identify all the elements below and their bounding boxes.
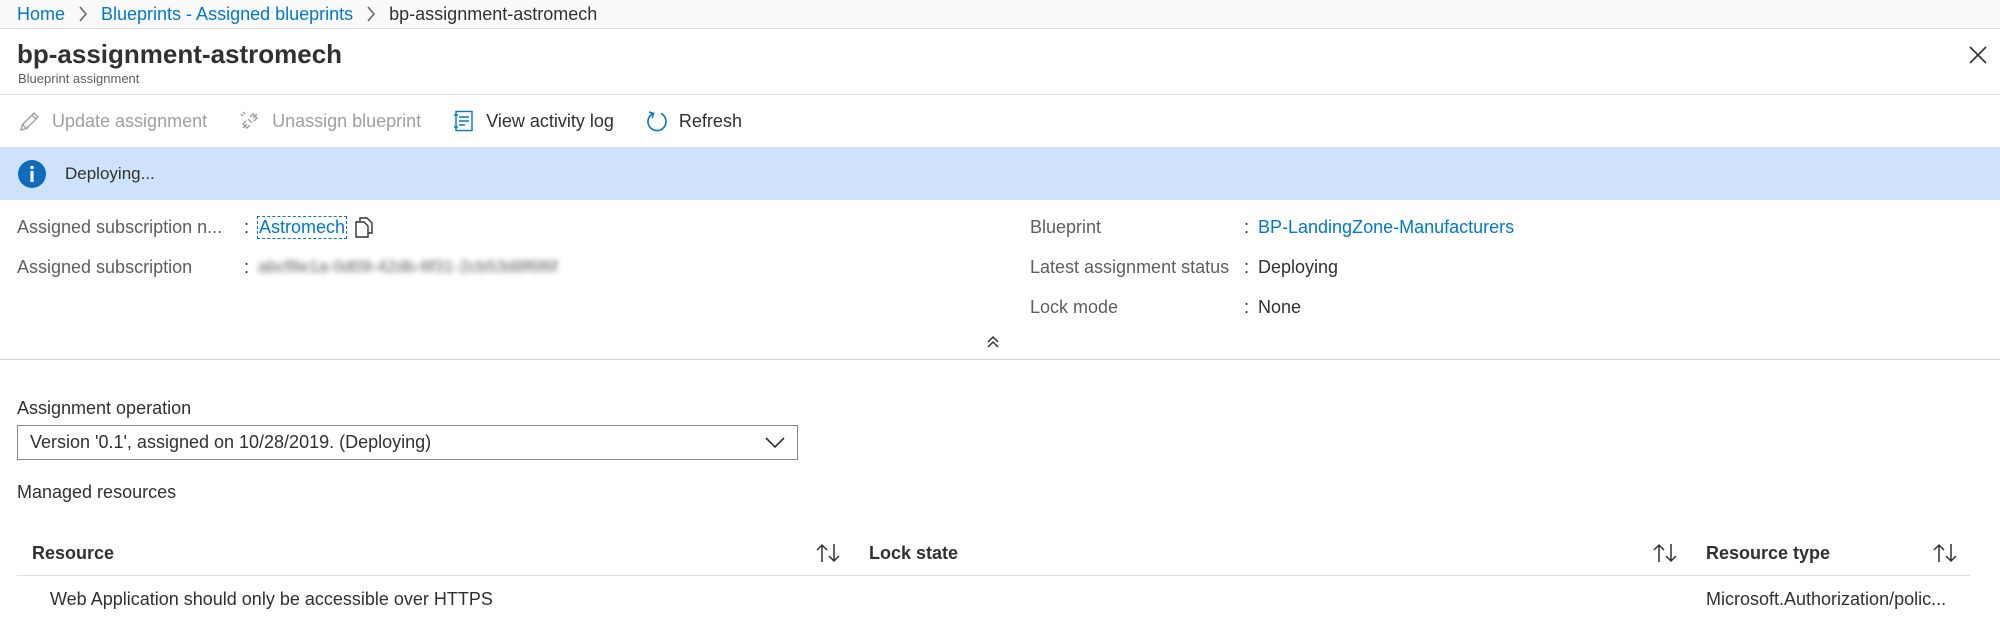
table-row[interactable]: Web Application should only be accessibl… <box>17 576 1970 619</box>
colon: : <box>244 257 250 277</box>
cell-resource: Web Application should only be accessibl… <box>50 588 493 609</box>
subscription-name-value: Astromech <box>256 213 374 241</box>
essentials-row-status: Latest assignment status <box>1030 253 1229 281</box>
activity-log-icon <box>451 108 477 134</box>
sort-icon[interactable] <box>1652 542 1678 564</box>
close-icon <box>1969 46 1987 64</box>
breadcrumb-home[interactable]: Home <box>17 4 65 25</box>
copy-button[interactable] <box>354 216 374 238</box>
blueprint-value: BP-LandingZone-Manufacturers <box>1258 213 1514 241</box>
unassign-blueprint-label: Unassign blueprint <box>272 110 422 131</box>
essentials-row-blueprint: Blueprint <box>1030 213 1101 241</box>
breadcrumb-assigned-blueprints[interactable]: Blueprints - Assigned blueprints <box>101 4 353 25</box>
subscription-name-label: Assigned subscription n... <box>17 216 223 237</box>
blueprint-link[interactable]: BP-LandingZone-Manufacturers <box>1258 217 1514 238</box>
cell-resource-type: Microsoft.Authorization/polic... <box>1706 588 1947 609</box>
essentials-row-subscription: Assigned subscription <box>17 253 192 281</box>
lock-mode-label: Lock mode <box>1030 296 1119 317</box>
blueprint-label: Blueprint <box>1030 216 1102 237</box>
column-header-resource-type[interactable]: Resource type <box>1706 530 1830 576</box>
breadcrumb-current: bp-assignment-astromech <box>389 3 598 24</box>
colon: : <box>1244 217 1250 237</box>
chevron-right-icon <box>78 6 88 22</box>
page-subtitle: Blueprint assignment <box>18 71 140 86</box>
copy-icon <box>355 217 373 238</box>
unlink-icon <box>237 108 263 134</box>
colon: : <box>1244 297 1250 317</box>
refresh-label: Refresh <box>678 110 742 131</box>
assignment-operation-dropdown[interactable]: Version '0.1', assigned on 10/28/2019. (… <box>17 425 798 460</box>
sort-icon[interactable] <box>1932 542 1958 564</box>
view-activity-log-button[interactable]: View activity log <box>451 108 614 134</box>
column-header-lock-state[interactable]: Lock state <box>869 530 958 576</box>
close-button[interactable] <box>1964 41 1992 69</box>
blade-header: bp-assignment-astromech Blueprint assign… <box>0 29 2000 95</box>
command-bar: Update assignment Unassign blueprint Vie… <box>0 95 2000 147</box>
double-chevron-up-icon <box>987 335 999 348</box>
pencil-icon <box>17 108 43 134</box>
page-title: bp-assignment-astromech <box>17 39 343 69</box>
banner-text: Deploying... <box>65 163 155 183</box>
view-activity-log-label: View activity log <box>486 110 614 131</box>
lock-mode-value: None <box>1258 296 1302 317</box>
assignment-operation-label: Assignment operation <box>17 398 192 418</box>
colon: : <box>244 217 250 237</box>
update-assignment-label: Update assignment <box>52 110 208 131</box>
update-assignment-button[interactable]: Update assignment <box>17 108 207 134</box>
chevron-right-icon <box>366 6 376 22</box>
refresh-button[interactable]: Refresh <box>644 108 742 134</box>
unassign-blueprint-button[interactable]: Unassign blueprint <box>237 108 421 134</box>
subscription-name-link[interactable]: Astromech <box>256 215 348 239</box>
sort-icon[interactable] <box>815 542 841 564</box>
assignment-status-value: Deploying <box>1258 256 1339 277</box>
managed-resources-table: Resource Lock state Resource type Web Ap… <box>17 530 1970 619</box>
managed-resources-label: Managed resources <box>17 482 177 502</box>
essentials-row-lock-mode: Lock mode <box>1030 293 1118 321</box>
essentials-panel: Assigned subscription n... : Astromech A… <box>0 200 2000 360</box>
collapse-essentials-button[interactable] <box>983 332 1003 352</box>
subscription-label: Assigned subscription <box>17 256 193 277</box>
colon: : <box>1244 257 1250 277</box>
assignment-operation-selected: Version '0.1', assigned on 10/28/2019. (… <box>30 432 432 452</box>
table-header: Resource Lock state Resource type <box>17 530 1970 576</box>
subscription-id-value: abcf8e1a-0d09-42db-8f31-2cb53d8f6f6f <box>258 257 558 276</box>
refresh-icon <box>644 108 670 134</box>
breadcrumb: Home Blueprints - Assigned blueprints bp… <box>0 0 2000 29</box>
column-header-resource[interactable]: Resource <box>32 530 114 576</box>
assignment-status-label: Latest assignment status <box>1030 256 1230 277</box>
info-icon <box>18 159 46 188</box>
status-banner: Deploying... <box>0 147 2000 200</box>
essentials-row-subscription-name: Assigned subscription n... <box>17 213 222 241</box>
chevron-down-icon <box>765 437 785 449</box>
